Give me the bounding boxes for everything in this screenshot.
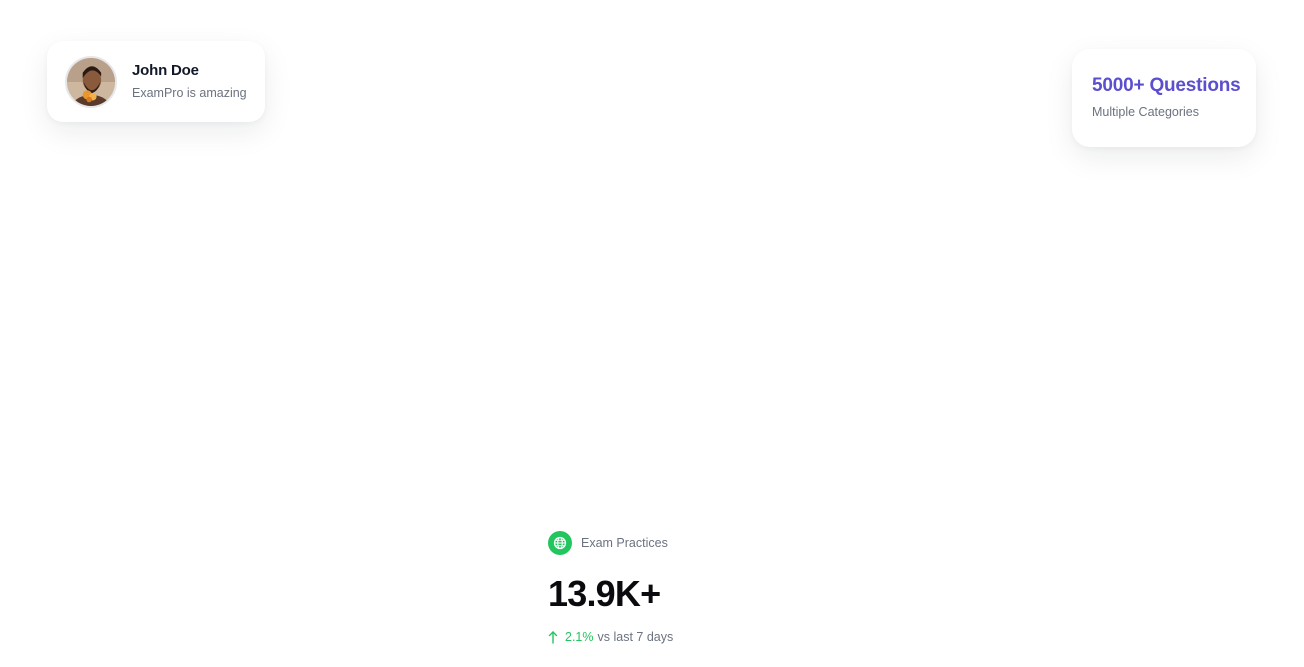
- stat-label: Exam Practices: [581, 536, 668, 550]
- change-period: vs last 7 days: [597, 630, 674, 644]
- change-percent: 2.1%: [565, 630, 594, 644]
- person-name: John Doe: [132, 62, 199, 79]
- stat-value: 13.9K+: [548, 573, 661, 614]
- person-avatar-icon: [67, 57, 115, 106]
- stat-change: 2.1% vs last 7 days: [548, 629, 788, 645]
- questions-subtitle: Multiple Categories: [1092, 105, 1199, 119]
- avatar: [65, 55, 117, 108]
- globe-icon: [548, 531, 572, 555]
- exam-practices-stat: Exam Practices 13.9K+ 2.1% vs last 7 day…: [548, 531, 788, 645]
- arrow-up-icon: [548, 630, 558, 644]
- testimonial-text: John Doe ExamPro is amazing: [132, 62, 247, 101]
- questions-card: 5000+ Questions Multiple Categories: [1072, 49, 1256, 147]
- questions-count: 5000+ Questions: [1092, 75, 1241, 96]
- stat-header: Exam Practices: [548, 531, 788, 555]
- testimonial-card: John Doe ExamPro is amazing: [47, 41, 265, 122]
- testimonial-quote: ExamPro is amazing: [132, 86, 247, 100]
